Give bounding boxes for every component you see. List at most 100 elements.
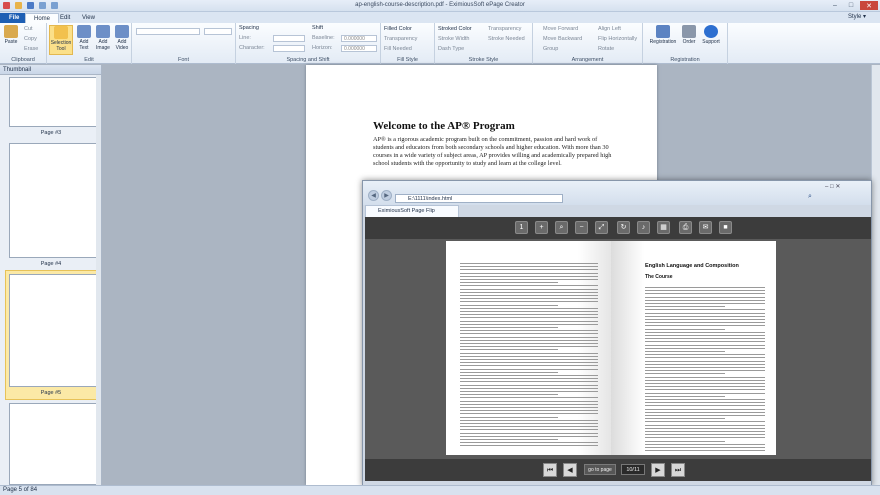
browser-tab[interactable]: EximiousSoft Page Flip — [365, 205, 459, 217]
move-backward-button[interactable]: Move Backward — [543, 36, 582, 42]
goto-page-button[interactable]: go to page — [584, 464, 616, 475]
baseline-input[interactable]: 0.000000 — [341, 35, 377, 42]
filled-color-button[interactable]: Filled Color — [384, 26, 412, 32]
thumbnail-page-3[interactable] — [9, 77, 98, 127]
erase-button[interactable]: Erase — [24, 46, 38, 52]
document-heading[interactable]: Welcome to the AP® Program — [373, 120, 515, 132]
maximize-button[interactable]: □ — [844, 1, 858, 10]
thumbnail-page-4[interactable] — [9, 143, 98, 258]
canvas-scrollbar[interactable] — [871, 65, 880, 485]
thumbnail-page-6[interactable] — [9, 403, 98, 485]
book-text-line — [645, 402, 765, 404]
browser-chrome: ◀ ▶ E:\1111\index.html ⌕ – □ ✕ — [363, 181, 871, 205]
document-paragraph[interactable]: AP® is a rigorous academic program built… — [373, 136, 618, 168]
next-page-button[interactable]: ▶ — [651, 463, 665, 477]
thumbnail-scrollbar[interactable] — [96, 75, 101, 485]
registration-label: Registration — [649, 39, 677, 45]
image-icon — [96, 25, 110, 38]
font-size-select[interactable] — [204, 28, 232, 35]
book-text-line — [460, 381, 598, 383]
book-text-line — [460, 368, 598, 370]
thumbnail-page-5[interactable] — [9, 274, 98, 387]
tab-view[interactable]: View — [74, 13, 103, 23]
forward-button[interactable]: ▶ — [381, 190, 392, 201]
back-button[interactable]: ◀ — [368, 190, 379, 201]
paste-label: Paste — [4, 39, 18, 45]
rotate-button[interactable]: Rotate — [598, 46, 614, 52]
page-indicator[interactable]: 10/11 — [621, 464, 645, 475]
paste-button[interactable]: Paste — [2, 25, 20, 45]
stroke-transparency-button[interactable]: Transparency — [488, 26, 521, 32]
flip-horizontally-button[interactable]: Flip Horizontally — [598, 36, 637, 42]
stroke-needed-checkbox[interactable]: Stroke Needed — [488, 36, 525, 42]
cut-button[interactable]: Cut — [24, 26, 33, 32]
email-icon[interactable]: ✉ — [699, 221, 712, 234]
book-text-line — [645, 408, 765, 410]
font-group-label: Font — [177, 57, 189, 63]
book-right-page[interactable]: English Language and Composition The Cou… — [611, 241, 776, 455]
book-text-line — [645, 431, 765, 432]
book-left-page[interactable] — [446, 241, 611, 455]
fullscreen-icon[interactable]: ⤢ — [595, 221, 608, 234]
last-page-button[interactable]: ⏭ — [671, 463, 685, 477]
first-page-button[interactable]: ⏮ — [543, 463, 557, 477]
zoom-out-icon[interactable]: − — [575, 221, 588, 234]
add-text-button[interactable]: Add Text — [75, 25, 93, 51]
prev-page-button[interactable]: ◀ — [563, 463, 577, 477]
book-text-line — [460, 394, 558, 396]
thumbnails-icon[interactable]: ▦ — [657, 221, 670, 234]
autoflip-icon[interactable]: ↻ — [617, 221, 630, 234]
stroke-width-button[interactable]: Stroke Width — [438, 36, 469, 42]
font-family-select[interactable] — [136, 28, 200, 35]
support-button[interactable]: Support — [700, 25, 722, 45]
book-text-line — [460, 266, 598, 268]
book-text-line — [460, 362, 598, 364]
fill-group-label: Fill Style — [397, 57, 418, 63]
address-bar[interactable]: E:\1111\index.html — [395, 194, 563, 203]
line-spacing-input[interactable] — [273, 35, 305, 42]
book-text-line — [460, 371, 558, 373]
registration-button[interactable]: Registration — [648, 25, 678, 45]
browser-close-button[interactable]: ✕ — [835, 184, 840, 190]
search-icon[interactable]: ⌕ — [808, 193, 812, 201]
print-icon[interactable]: ⎙ — [679, 221, 692, 234]
exit-icon[interactable]: ■ — [719, 221, 732, 234]
move-forward-button[interactable]: Move Forward — [543, 26, 578, 32]
zoom-icon[interactable]: ⌕ — [555, 221, 568, 234]
clipboard-group: Paste Cut Copy Erase Clipboard — [0, 23, 47, 64]
add-image-button[interactable]: Add Image — [94, 25, 112, 51]
selection-tool-button[interactable]: Selection Tool — [49, 25, 73, 55]
order-button[interactable]: Order — [680, 25, 698, 45]
close-button[interactable]: ✕ — [860, 1, 878, 10]
book-text-line — [645, 395, 725, 397]
group-button[interactable]: Group — [543, 46, 558, 52]
book-text-line — [460, 365, 598, 367]
add-video-button[interactable]: Add Video — [113, 25, 131, 51]
fill-transparency-button[interactable]: Transparency — [384, 36, 417, 42]
book-text-line — [460, 279, 598, 280]
actual-size-icon[interactable]: 1 — [515, 221, 528, 234]
book-text-line — [645, 309, 765, 311]
align-left-button[interactable]: Align Left — [598, 26, 621, 32]
baseline-label: Baseline: — [312, 35, 335, 41]
book-text-line — [460, 400, 598, 402]
horizon-input[interactable]: 0.000000 — [341, 45, 377, 52]
arrangement-group: Move Forward Move Backward Group Align L… — [533, 23, 643, 64]
paste-icon — [4, 25, 18, 38]
style-menu[interactable]: Style ▾ — [848, 13, 866, 20]
book-text-line — [460, 435, 598, 437]
copy-button[interactable]: Copy — [24, 36, 37, 42]
sound-icon[interactable]: ♪ — [637, 221, 650, 234]
registration-group-label: Registration — [670, 57, 700, 63]
fill-needed-checkbox[interactable]: Fill Needed — [384, 46, 412, 52]
browser-minimize-button[interactable]: – — [825, 184, 828, 190]
browser-maximize-button[interactable]: □ — [830, 184, 834, 190]
zoom-in-icon[interactable]: + — [535, 221, 548, 234]
character-spacing-input[interactable] — [273, 45, 305, 52]
stroked-color-button[interactable]: Stroked Color — [438, 26, 472, 32]
minimize-button[interactable]: – — [828, 1, 842, 10]
horizon-label: Horizon: — [312, 45, 333, 51]
book-text-line — [645, 415, 765, 416]
book-heading: English Language and Composition — [645, 263, 739, 269]
dash-type-button[interactable]: Dash Type — [438, 46, 464, 52]
